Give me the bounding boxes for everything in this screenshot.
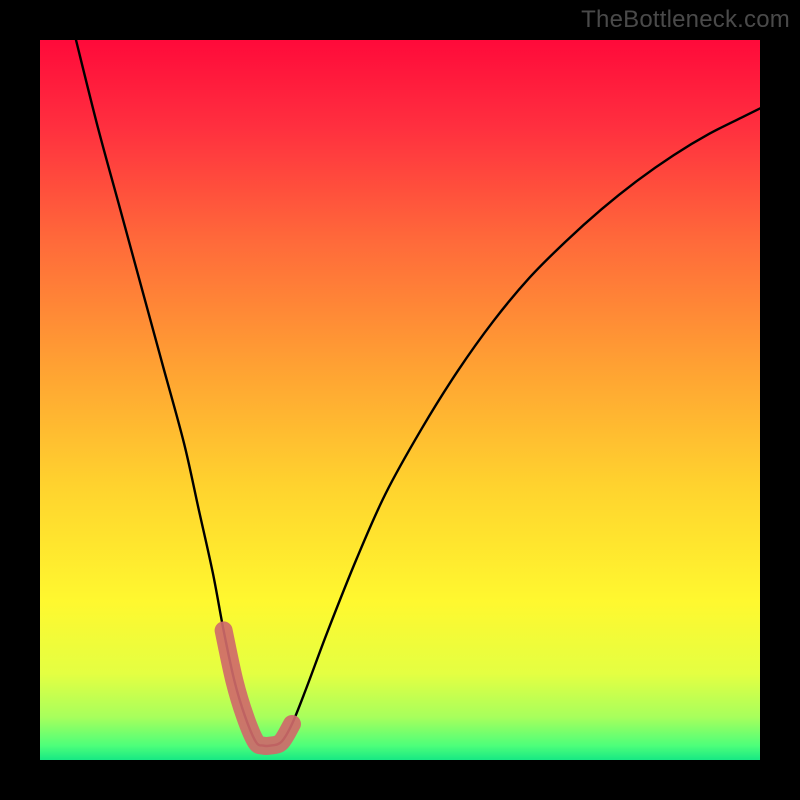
watermark-text: TheBottleneck.com: [581, 6, 790, 34]
chart-svg: [40, 40, 760, 760]
chart-frame: TheBottleneck.com: [0, 0, 800, 800]
gradient-background: [40, 40, 760, 760]
plot-area: [40, 40, 760, 760]
